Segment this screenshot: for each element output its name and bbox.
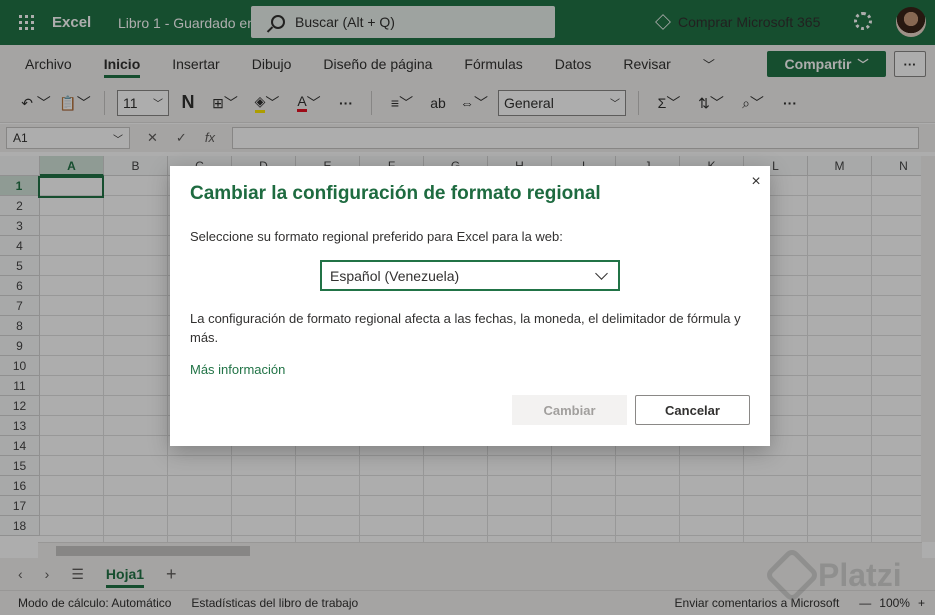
- chevron-down-icon: [595, 266, 608, 280]
- dialog-title: Cambiar la configuración de formato regi…: [190, 183, 601, 204]
- locale-value: Español (Venezuela): [330, 267, 460, 284]
- close-icon[interactable]: ×: [748, 174, 764, 190]
- locale-select[interactable]: Español (Venezuela): [320, 260, 620, 291]
- dialog-description: La configuración de formato regional afe…: [190, 311, 741, 345]
- cancel-button[interactable]: Cancelar: [635, 395, 750, 425]
- dialog-prompt: Seleccione su formato regional preferido…: [190, 229, 563, 244]
- apply-button[interactable]: Cambiar: [512, 395, 627, 425]
- more-info-link[interactable]: Más información: [190, 362, 285, 377]
- regional-format-dialog: Cambiar la configuración de formato regi…: [170, 166, 770, 446]
